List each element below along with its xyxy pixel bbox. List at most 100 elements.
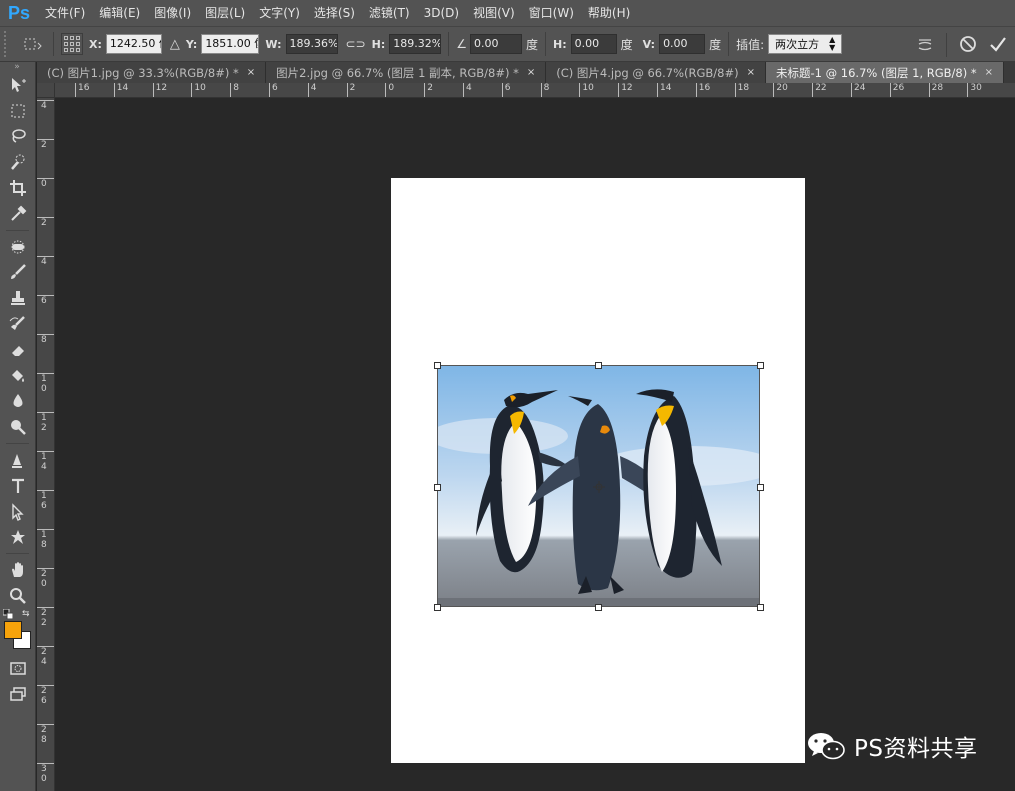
tab-document-active[interactable]: 未标题-1 @ 16.7% (图层 1, RGB/8) * × [766,62,1005,83]
horizontal-ruler[interactable]: 16 14 12 10 8 6 4 2 0 2 4 6 8 10 12 14 16 18 20 22 24 26 28 30 [55,83,1015,98]
warp-mode-icon[interactable] [916,35,934,56]
crop-tool-icon[interactable] [0,175,36,201]
transform-handle-top-left[interactable] [434,362,441,369]
ruler-tick-label: 4 [37,256,54,267]
document-canvas[interactable] [391,178,805,763]
screen-mode-icon[interactable] [0,681,36,707]
move-tool-icon[interactable] [0,72,36,98]
vskew-unit: 度 [709,37,722,52]
ruler-tick-label: 6 [269,83,278,97]
healing-brush-tool-icon[interactable] [0,234,36,260]
vskew-field[interactable]: 0.00 [659,34,706,54]
photoshop-window: Ps 文件(F) 编辑(E) 图像(I) 图层(L) 文字(Y) 选择(S) 滤镜(T) 3D… [0,0,1015,791]
ruler-tick-label: 2 [37,139,54,150]
tab-document-3[interactable]: (C) 图片4.jpg @ 66.7%(RGB/8#) × [546,62,767,83]
clone-stamp-tool-icon[interactable] [0,285,36,311]
interpolation-value: 两次立方 [775,38,820,51]
dodge-tool-icon[interactable] [0,414,36,440]
menu-item[interactable]: 编辑(E) [92,0,147,26]
commit-transform-icon[interactable] [989,35,1007,56]
menu-item[interactable]: 滤镜(T) [362,0,417,26]
menu-item[interactable]: 图像(I) [147,0,198,26]
close-icon[interactable]: × [247,67,255,78]
menu-item[interactable]: 窗口(W) [522,0,581,26]
ruler-tick-label: 1 0 [37,373,54,394]
close-icon[interactable]: × [747,67,755,78]
cancel-transform-icon[interactable] [959,35,977,56]
tab-document-2[interactable]: 图片2.jpg @ 66.7% (图层 1 副本, RGB/8#) * × [266,62,547,83]
transform-handle-top[interactable] [595,362,602,369]
menu-item[interactable]: 帮助(H) [581,0,637,26]
ruler-tick-label: 4 [463,83,472,97]
canvas-workspace[interactable] [55,98,1015,791]
ruler-tick-label: 14 [113,83,128,97]
eyedropper-tool-icon[interactable] [0,201,36,227]
ruler-origin[interactable] [37,83,55,98]
menu-item[interactable]: 文字(Y) [252,0,307,26]
transform-handle-bottom-right[interactable] [757,604,764,611]
y-field[interactable]: 1851.00 像 [201,34,260,54]
ruler-tick-label: 16 [75,83,89,97]
tools-panel-grip[interactable]: » [0,62,35,72]
path-selection-tool-icon[interactable] [0,499,36,525]
watermark: PS资料共享 [806,728,977,764]
vertical-ruler[interactable]: 4 2 0 2 4 6 8 1 0 1 2 1 4 1 6 1 8 2 0 2 2 2 4 2 6 2 8 3 0 [37,98,55,791]
ruler-tick-label: 30 [967,83,982,97]
transform-handle-bottom[interactable] [595,604,602,611]
y-label: Y: [185,37,198,51]
move-tool-preset-icon[interactable] [20,32,46,56]
ruler-tick-label: 8 [540,83,549,97]
ruler-tick-label: 3 0 [37,763,54,784]
tools-panel: » ⇆ [0,62,36,791]
quick-mask-icon[interactable] [0,655,36,681]
transform-handle-right[interactable] [757,484,764,491]
zoom-tool-icon[interactable] [0,583,36,609]
angle-field[interactable]: 0.00 [470,34,522,54]
menu-item[interactable]: 选择(S) [307,0,362,26]
wechat-icon [808,733,845,760]
eraser-tool-icon[interactable] [0,337,36,363]
menu-item[interactable]: 图层(L) [198,0,252,26]
ruler-tick-label: 18 [734,83,749,97]
options-grip[interactable] [4,31,12,57]
height-field[interactable]: 189.32% [389,34,442,54]
menu-item[interactable]: 视图(V) [466,0,522,26]
width-field[interactable]: 189.36% [285,34,338,54]
close-icon[interactable]: × [527,67,535,78]
ruler-tick-label: 1 2 [37,412,54,433]
interpolation-select[interactable]: 两次立方 ▲ ▼ [768,34,843,54]
swap-colors-icon[interactable]: ⇆ [22,609,30,619]
foreground-color-swatch[interactable] [4,620,22,639]
x-field[interactable]: 1242.50 像 [105,34,162,54]
transform-handle-left[interactable] [434,484,441,491]
brush-tool-icon[interactable] [0,260,36,286]
menu-item[interactable]: 3D(D) [417,0,466,26]
hand-tool-icon[interactable] [0,557,36,583]
transform-center-icon[interactable] [593,481,605,493]
paint-bucket-tool-icon[interactable] [0,363,36,389]
default-colors-icon[interactable] [3,608,13,619]
link-icon[interactable]: ⊂⊃ [346,37,366,51]
ruler-tick-label: 2 [424,83,433,97]
marquee-tool-icon[interactable] [0,98,36,124]
delta-icon[interactable]: △ [170,37,180,52]
pen-tool-icon[interactable] [0,447,36,473]
tab-document-1[interactable]: (C) 图片1.jpg @ 33.3%(RGB/8#) * × [37,62,267,83]
quick-selection-tool-icon[interactable] [0,149,36,175]
hskew-label: H: [553,37,567,51]
ruler-tick-label: 2 4 [37,646,54,667]
custom-shape-tool-icon[interactable] [0,525,36,551]
history-brush-tool-icon[interactable] [0,311,36,337]
transform-handle-top-right[interactable] [757,362,764,369]
ruler-tick-label: 4 [37,100,54,111]
type-tool-icon[interactable] [0,473,36,499]
watermark-text: PS资料共享 [854,736,978,762]
hskew-field[interactable]: 0.00 [570,34,617,54]
blur-tool-icon[interactable] [0,389,36,415]
close-icon[interactable]: × [985,67,993,78]
vskew-label: V: [642,37,656,51]
transform-handle-bottom-left[interactable] [434,604,441,611]
reference-point-grid[interactable] [61,33,83,55]
menu-item[interactable]: 文件(F) [38,0,92,26]
lasso-tool-icon[interactable] [0,124,36,150]
